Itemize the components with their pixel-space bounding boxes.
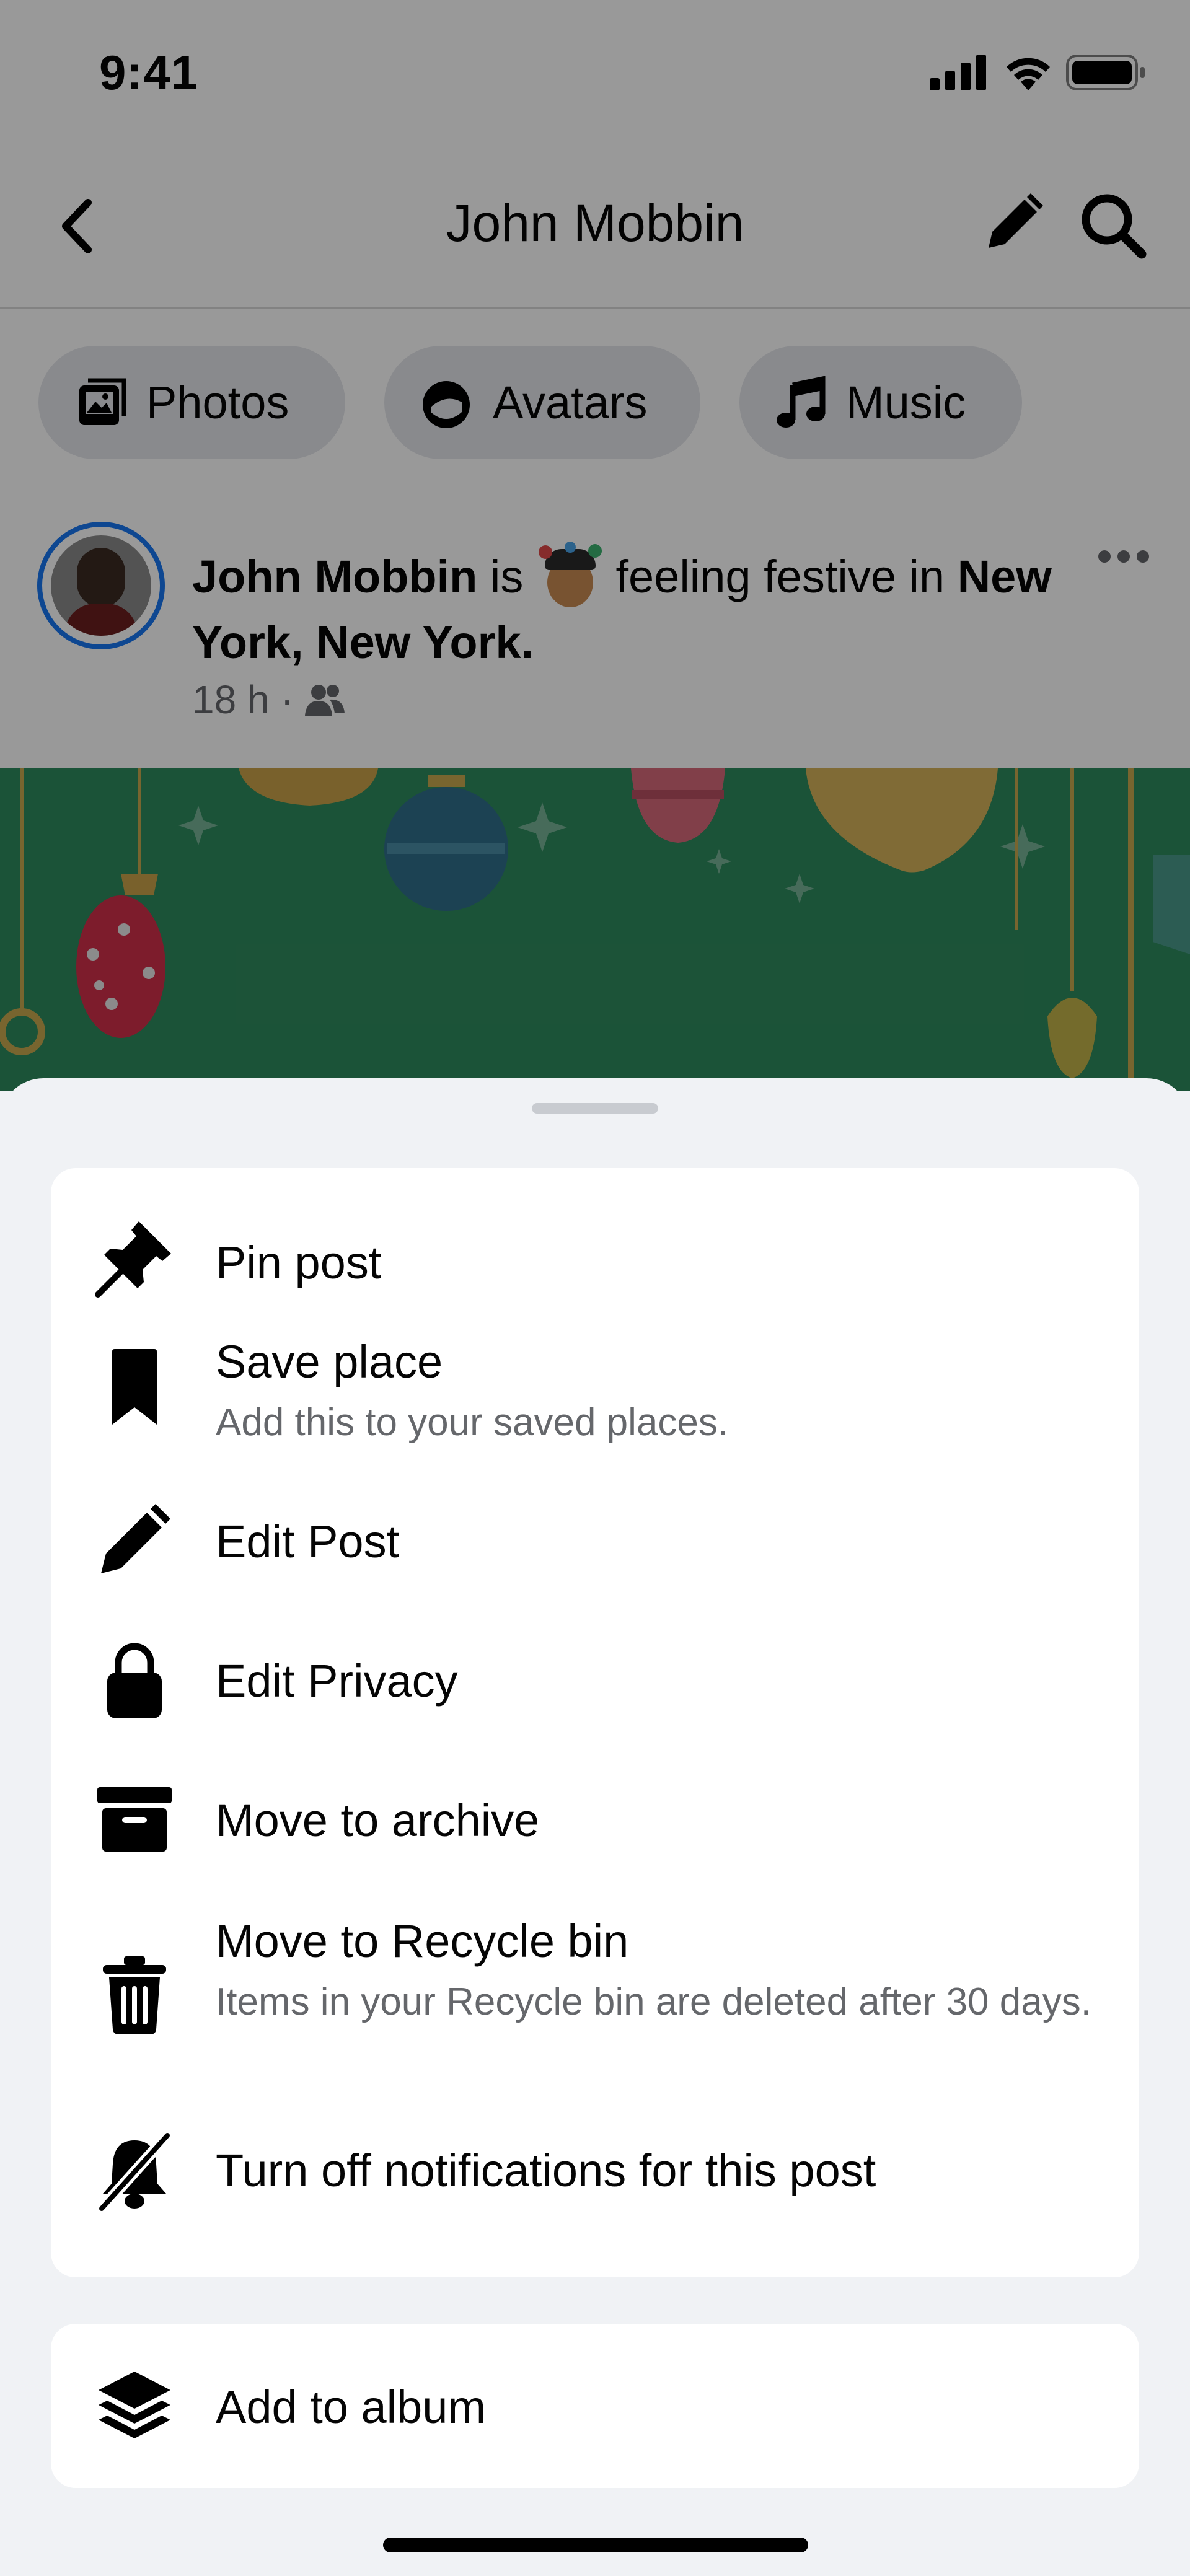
menu-item-title: Edit Privacy (216, 1655, 458, 1707)
menu-item-move-to-recycle-bin[interactable]: Move to Recycle bin Items in your Recycl… (51, 1890, 1139, 2101)
menu-item-edit-privacy[interactable]: Edit Privacy (51, 1611, 1139, 1751)
menu-item-save-place[interactable]: Save place Add this to your saved places… (51, 1311, 1139, 1472)
layers-icon (99, 2371, 170, 2438)
pencil-icon (101, 1504, 170, 1573)
menu-item-pin-post[interactable]: Pin post (51, 1193, 1139, 1311)
pin-icon (95, 1221, 171, 1298)
menu-item-title: Move to archive (216, 1795, 540, 1846)
menu-item-subtitle: Add this to your saved places. (216, 1401, 729, 1444)
dim-overlay[interactable] (0, 0, 1190, 1091)
menu-item-add-to-album[interactable]: Add to album (51, 2324, 1139, 2488)
menu-item-title: Save place (216, 1336, 443, 1387)
bell-off-icon (97, 2132, 172, 2212)
menu-item-title: Move to Recycle bin (216, 1915, 629, 1967)
home-indicator (383, 2538, 808, 2552)
menu-item-title: Pin post (216, 1237, 382, 1288)
bookmark-icon (112, 1349, 157, 1425)
archive-box-icon (97, 1787, 172, 1852)
menu-item-title: Add to album (216, 2381, 487, 2433)
menu-item-edit-post[interactable]: Edit Post (51, 1472, 1139, 1611)
sheet-grabber[interactable] (532, 1103, 658, 1114)
lock-icon (107, 1643, 162, 1718)
menu-item-move-to-archive[interactable]: Move to archive (51, 1751, 1139, 1890)
menu-item-title: Turn off notifications for this post (216, 2145, 876, 2196)
menu-item-turn-off-notifications[interactable]: Turn off notifications for this post (51, 2101, 1139, 2243)
menu-item-subtitle: Items in your Recycle bin are deleted af… (216, 1980, 1091, 2023)
menu-item-title: Edit Post (216, 1516, 400, 1567)
trash-icon (103, 1956, 166, 2034)
album-card[interactable]: Add to album (51, 2324, 1139, 2488)
action-sheet: Pin post Save place Add this to your sav… (0, 1078, 1190, 2576)
menu-card: Pin post Save place Add this to your sav… (51, 1168, 1139, 2277)
